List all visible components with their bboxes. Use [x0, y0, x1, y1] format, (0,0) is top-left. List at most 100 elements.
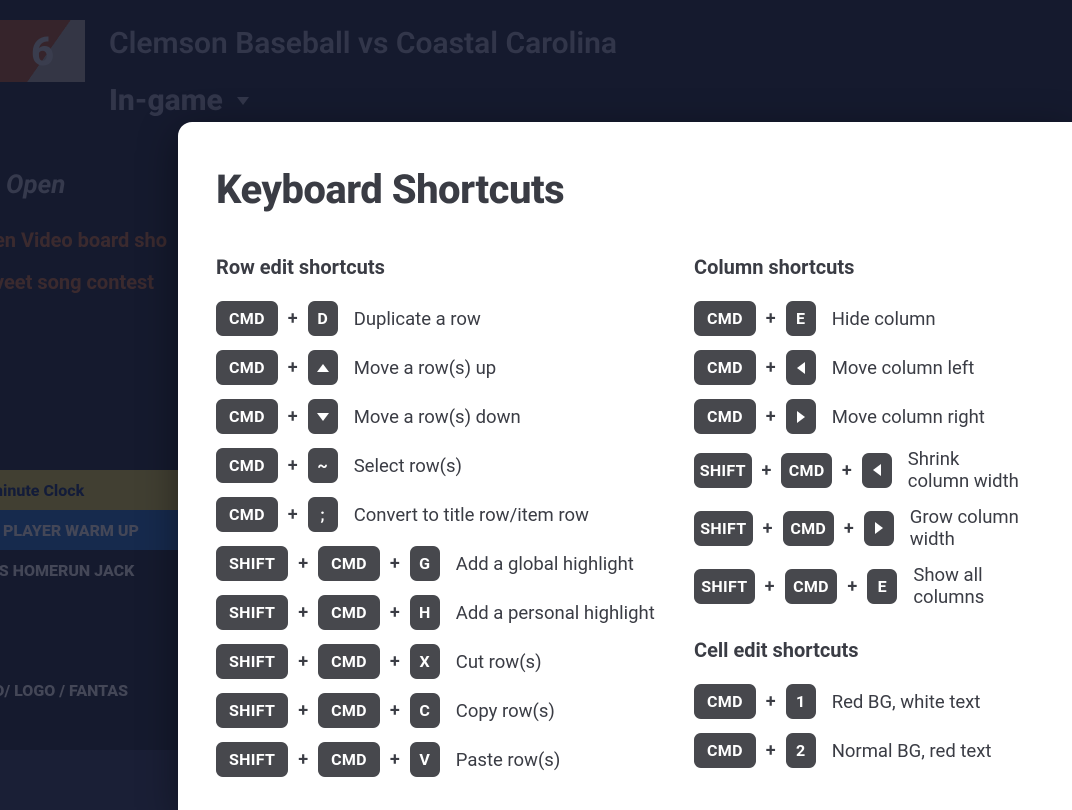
shortcut-row: CMD + Move column right: [694, 399, 1022, 434]
plus-separator: +: [288, 308, 298, 329]
arrow-right-icon: [875, 522, 883, 534]
key-cap: CMD: [216, 399, 278, 434]
key-cap: CMD: [216, 301, 278, 336]
shortcut-list-cell-edit: CMD+1Red BG, white textCMD+2Normal BG, r…: [694, 684, 1022, 768]
shortcut-description: Move column right: [832, 406, 985, 428]
key-cap: D: [308, 301, 338, 336]
key-cap: SHIFT: [216, 546, 288, 581]
shortcut-description: Move a row(s) down: [354, 406, 521, 428]
plus-separator: +: [390, 651, 400, 672]
key-cap: CMD: [694, 399, 756, 434]
key-cap: H: [410, 595, 440, 630]
plus-separator: +: [390, 700, 400, 721]
key-cap: SHIFT: [216, 693, 288, 728]
shortcut-row: CMD+Move a row(s) up: [216, 350, 674, 385]
shortcut-description: Hide column: [832, 308, 936, 330]
shortcut-description: Move column left: [832, 357, 975, 379]
key-cap: CMD: [694, 301, 756, 336]
plus-separator: +: [766, 406, 776, 427]
key-cap: C: [410, 693, 440, 728]
plus-separator: +: [763, 518, 773, 539]
plus-separator: +: [298, 651, 308, 672]
shortcut-row: CMD+1Red BG, white text: [694, 684, 1022, 719]
shortcut-description: Red BG, white text: [832, 691, 981, 713]
key-cap: SHIFT: [694, 453, 752, 488]
plus-separator: +: [847, 576, 857, 597]
arrow-left-icon: [797, 362, 805, 374]
arrow-down-icon: [317, 413, 329, 421]
key-cap: SHIFT: [216, 595, 288, 630]
key-cap: [864, 511, 894, 546]
shortcut-row: CMD+~Select row(s): [216, 448, 674, 483]
shortcut-description: Normal BG, red text: [832, 740, 992, 762]
shortcut-row: SHIFT+CMD+CCopy row(s): [216, 693, 674, 728]
shortcut-row: SHIFT+CMD+GAdd a global highlight: [216, 546, 674, 581]
plus-separator: +: [762, 460, 772, 481]
key-cap: V: [410, 742, 440, 777]
section-title-row-edit: Row edit shortcuts: [216, 255, 674, 279]
shortcut-description: Cut row(s): [456, 651, 542, 673]
plus-separator: +: [765, 576, 775, 597]
key-cap: SHIFT: [216, 742, 288, 777]
key-cap: ;: [308, 497, 338, 532]
arrow-up-icon: [317, 364, 329, 372]
shortcut-description: Show all columns: [913, 564, 1022, 608]
key-cap: X: [410, 644, 440, 679]
plus-separator: +: [390, 749, 400, 770]
shortcut-description: Add a global highlight: [456, 553, 634, 575]
key-cap: SHIFT: [694, 511, 753, 546]
shortcut-description: Duplicate a row: [354, 308, 481, 330]
plus-separator: +: [390, 553, 400, 574]
key-cap: CMD: [694, 350, 756, 385]
key-cap: CMD: [318, 644, 380, 679]
shortcut-list-column: CMD + E Hide column CMD + Move column left CMD +…: [694, 301, 1022, 608]
plus-separator: +: [766, 357, 776, 378]
key-cap: CMD: [318, 595, 380, 630]
shortcut-description: Add a personal highlight: [456, 602, 655, 624]
key-cap: [786, 350, 816, 385]
plus-separator: +: [288, 504, 298, 525]
section-title-column: Column shortcuts: [694, 255, 1022, 279]
plus-separator: +: [298, 700, 308, 721]
key-cap: [308, 399, 338, 434]
plus-separator: +: [298, 749, 308, 770]
key-cap: CMD: [694, 733, 756, 768]
shortcut-description: Move a row(s) up: [354, 357, 497, 379]
key-cap: [308, 350, 338, 385]
key-cap: E: [867, 569, 897, 604]
plus-separator: +: [288, 406, 298, 427]
key-cap: CMD: [216, 350, 278, 385]
key-cap: CMD: [694, 684, 756, 719]
key-cap: CMD: [318, 546, 380, 581]
key-cap: CMD: [783, 511, 834, 546]
key-cap: CMD: [781, 453, 831, 488]
shortcut-description: Select row(s): [354, 455, 462, 477]
key-cap: [862, 453, 892, 488]
arrow-left-icon: [873, 464, 881, 476]
key-cap: CMD: [318, 742, 380, 777]
plus-separator: +: [298, 553, 308, 574]
shortcut-description: Convert to title row/item row: [354, 504, 589, 526]
shortcut-row: CMD+;Convert to title row/item row: [216, 497, 674, 532]
plus-separator: +: [766, 691, 776, 712]
shortcut-row: CMD + D Duplicate a row: [216, 301, 674, 336]
shortcut-row: SHIFT+CMD+VPaste row(s): [216, 742, 674, 777]
key-cap: CMD: [318, 693, 380, 728]
shortcut-list-row-edit: CMD+DDuplicate a rowCMD+Move a row(s) up…: [216, 301, 674, 777]
shortcut-description: Grow column width: [910, 506, 1022, 550]
shortcut-row: CMD + Move column left: [694, 350, 1022, 385]
key-cap: 2: [786, 733, 816, 768]
shortcut-row: SHIFT + CMD + X Cut row(s): [216, 644, 674, 679]
shortcut-row: CMD + Move a row(s) down: [216, 399, 674, 434]
arrow-right-icon: [797, 411, 805, 423]
shortcut-row: SHIFT+CMD+EShow all columns: [694, 564, 1022, 608]
modal-title: Keyboard Shortcuts: [216, 166, 1022, 213]
plus-separator: +: [842, 460, 852, 481]
plus-separator: +: [390, 602, 400, 623]
shortcut-row: SHIFT+CMD+Grow column width: [694, 506, 1022, 550]
key-cap: SHIFT: [216, 644, 288, 679]
key-cap: [786, 399, 816, 434]
key-cap: E: [786, 301, 816, 336]
plus-separator: +: [288, 455, 298, 476]
section-title-cell-edit: Cell edit shortcuts: [694, 638, 1022, 662]
